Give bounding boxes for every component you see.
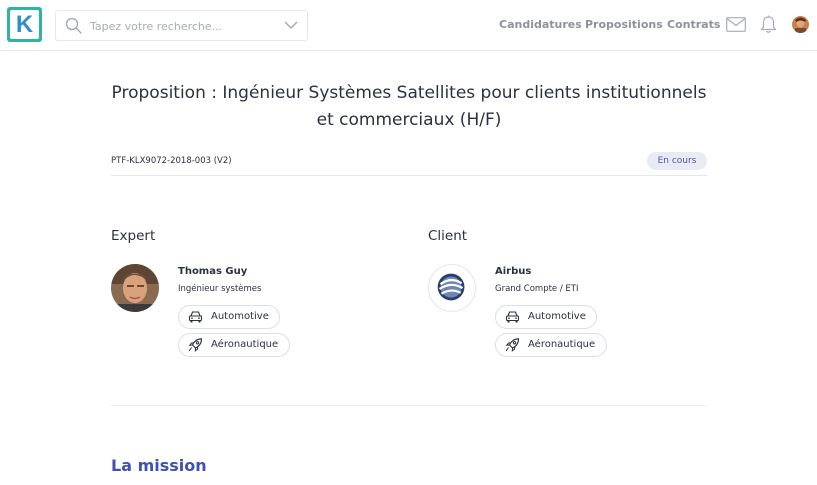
nav-candidatures[interactable]: Candidatures [499,18,582,31]
expert-photo [111,264,159,312]
bell-icon[interactable] [760,15,777,34]
divider [111,175,707,176]
chevron-down-icon[interactable] [284,20,298,30]
expert-section-title: Expert [111,228,156,244]
expert-role: Ingénieur systèmes [178,284,262,294]
mission-heading: La mission [111,456,207,475]
logo[interactable]: K [7,7,42,42]
rocket-icon [188,338,203,352]
client-name[interactable]: Airbus [495,266,531,277]
tag-label: Automotive [211,311,269,322]
tag-label: Aéronautique [211,339,279,350]
mail-icon[interactable] [726,17,746,32]
tag-label: Automotive [528,311,586,322]
expert-tag-aeronautique[interactable]: Aéronautique [178,333,290,357]
car-icon [505,311,520,323]
rocket-icon [505,338,520,352]
search-icon [65,17,82,34]
client-type: Grand Compte / ETI [495,284,579,294]
nav-contrats[interactable]: Contrats [667,18,720,31]
expert-tag-automotive[interactable]: Automotive [178,305,280,329]
search-box[interactable] [55,10,308,41]
tag-label: Aéronautique [528,339,596,350]
client-tag-aeronautique[interactable]: Aéronautique [495,333,607,357]
top-bar: K Candidatures Propositions Contrats [0,0,817,51]
user-avatar[interactable] [792,16,809,33]
divider [111,405,707,406]
client-section-title: Client [428,228,468,244]
proposal-reference: PTF-KLX9072-2018-003 (V2) [111,156,232,166]
car-icon [188,311,203,323]
search-input[interactable] [90,16,280,36]
client-logo [428,264,476,312]
logo-letter: K [15,11,34,38]
nav-propositions[interactable]: Propositions [585,18,663,31]
page-title: Proposition : Ingénieur Systèmes Satelli… [111,83,707,130]
logo-inner: K [10,10,39,39]
client-tag-automotive[interactable]: Automotive [495,305,597,329]
expert-name[interactable]: Thomas Guy [178,266,247,277]
status-badge: En cours [647,152,707,170]
